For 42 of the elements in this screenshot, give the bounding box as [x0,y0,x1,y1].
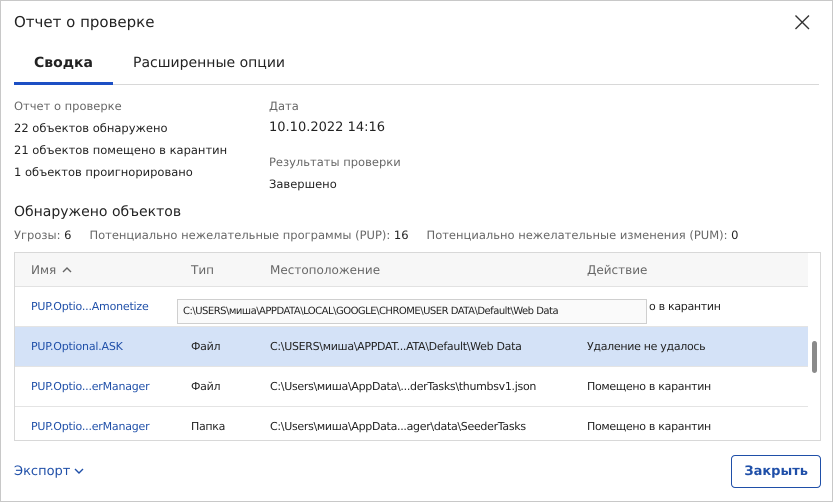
export-menu-button[interactable]: Экспорт [14,464,84,479]
location-cell-text: C:\Users\миша\AppData\...derTasks\thumbsv1.json [270,380,538,394]
location-cell-text: C:\USERS\миша\APPDAT...ATA\Default\Web Data [270,340,523,354]
column-header[interactable]: Действие [587,262,808,277]
close-button[interactable]: × [786,8,818,36]
summary-line: 21 объектов помещено в карантин [14,142,228,160]
section-label: Отчет о проверке [14,98,123,116]
date-value: 10.10.2022 14:16 [269,119,386,138]
table-row[interactable]: PUP.Optio...erManager Файл C:\Users\миша\AppData\...derTasks\thumbsv1.json Помещено в карантин [15,367,808,408]
action-cell-text: о в карантин [648,300,722,314]
window-title: Отчет о проверке [14,13,154,32]
path-tooltip: C:\USERS\миша\APPDATA\LOCAL\GOOGLE\CHROME\USER DATA\Default\Web Data [177,299,647,324]
date-label: Дата [269,98,300,116]
sort-caret-icon [62,266,72,273]
result-label: Результаты проверки [269,154,402,172]
threat-name-link[interactable]: PUP.Optional.ASK [31,340,191,354]
summary-line: 22 объектов обнаружено [14,120,169,138]
count-text: Потенциально нежелательные изменения (PUM): 0 [426,228,738,242]
column-header[interactable]: Тип [191,262,270,277]
type-cell-text: Файл [191,340,222,354]
action-cell-text: Помещено в карантин [587,380,712,394]
table-row[interactable]: PUP.Optional.ASK Файл C:\USERS\миша\APPDAT...ATA\Default\Web Data Удаление не удалось [15,327,808,368]
type-cell-text: Папка [191,420,226,434]
action-cell-text: Помещено в карантин [587,420,712,434]
column-header[interactable]: Местоположение [270,262,587,277]
section-heading: Обнаружено объектов [14,203,182,222]
location-cell-text: C:\Users\миша\AppData...ager\data\SeederTasks [270,420,527,434]
action-cell-text: Удаление не удалось [587,340,706,354]
threat-name-link[interactable]: PUP.Optio...erManager [31,420,191,434]
scrollbar-thumb[interactable] [812,341,817,374]
column-header[interactable]: Имя [31,262,191,277]
tab[interactable]: Расширенные опции [113,44,306,86]
count-text: Потенциально нежелательные программы (PUP): 16 [89,228,409,242]
count-text: Угрозы: 6 [14,228,72,242]
summary-line: 1 объектов проигнорировано [14,164,194,182]
tab[interactable]: Сводка [14,44,114,86]
close-dialog-button[interactable]: Закрыть [731,454,821,488]
chevron-down-icon [74,468,84,474]
table-row[interactable]: PUP.Optio...erManager Папка C:\Users\миша\AppData...ager\data\SeederTasks Помещено в карантин [15,407,808,440]
result-value: Завершено [269,176,338,194]
type-cell-text: Файл [191,380,222,394]
threat-name-link[interactable]: PUP.Optio...erManager [31,380,191,394]
